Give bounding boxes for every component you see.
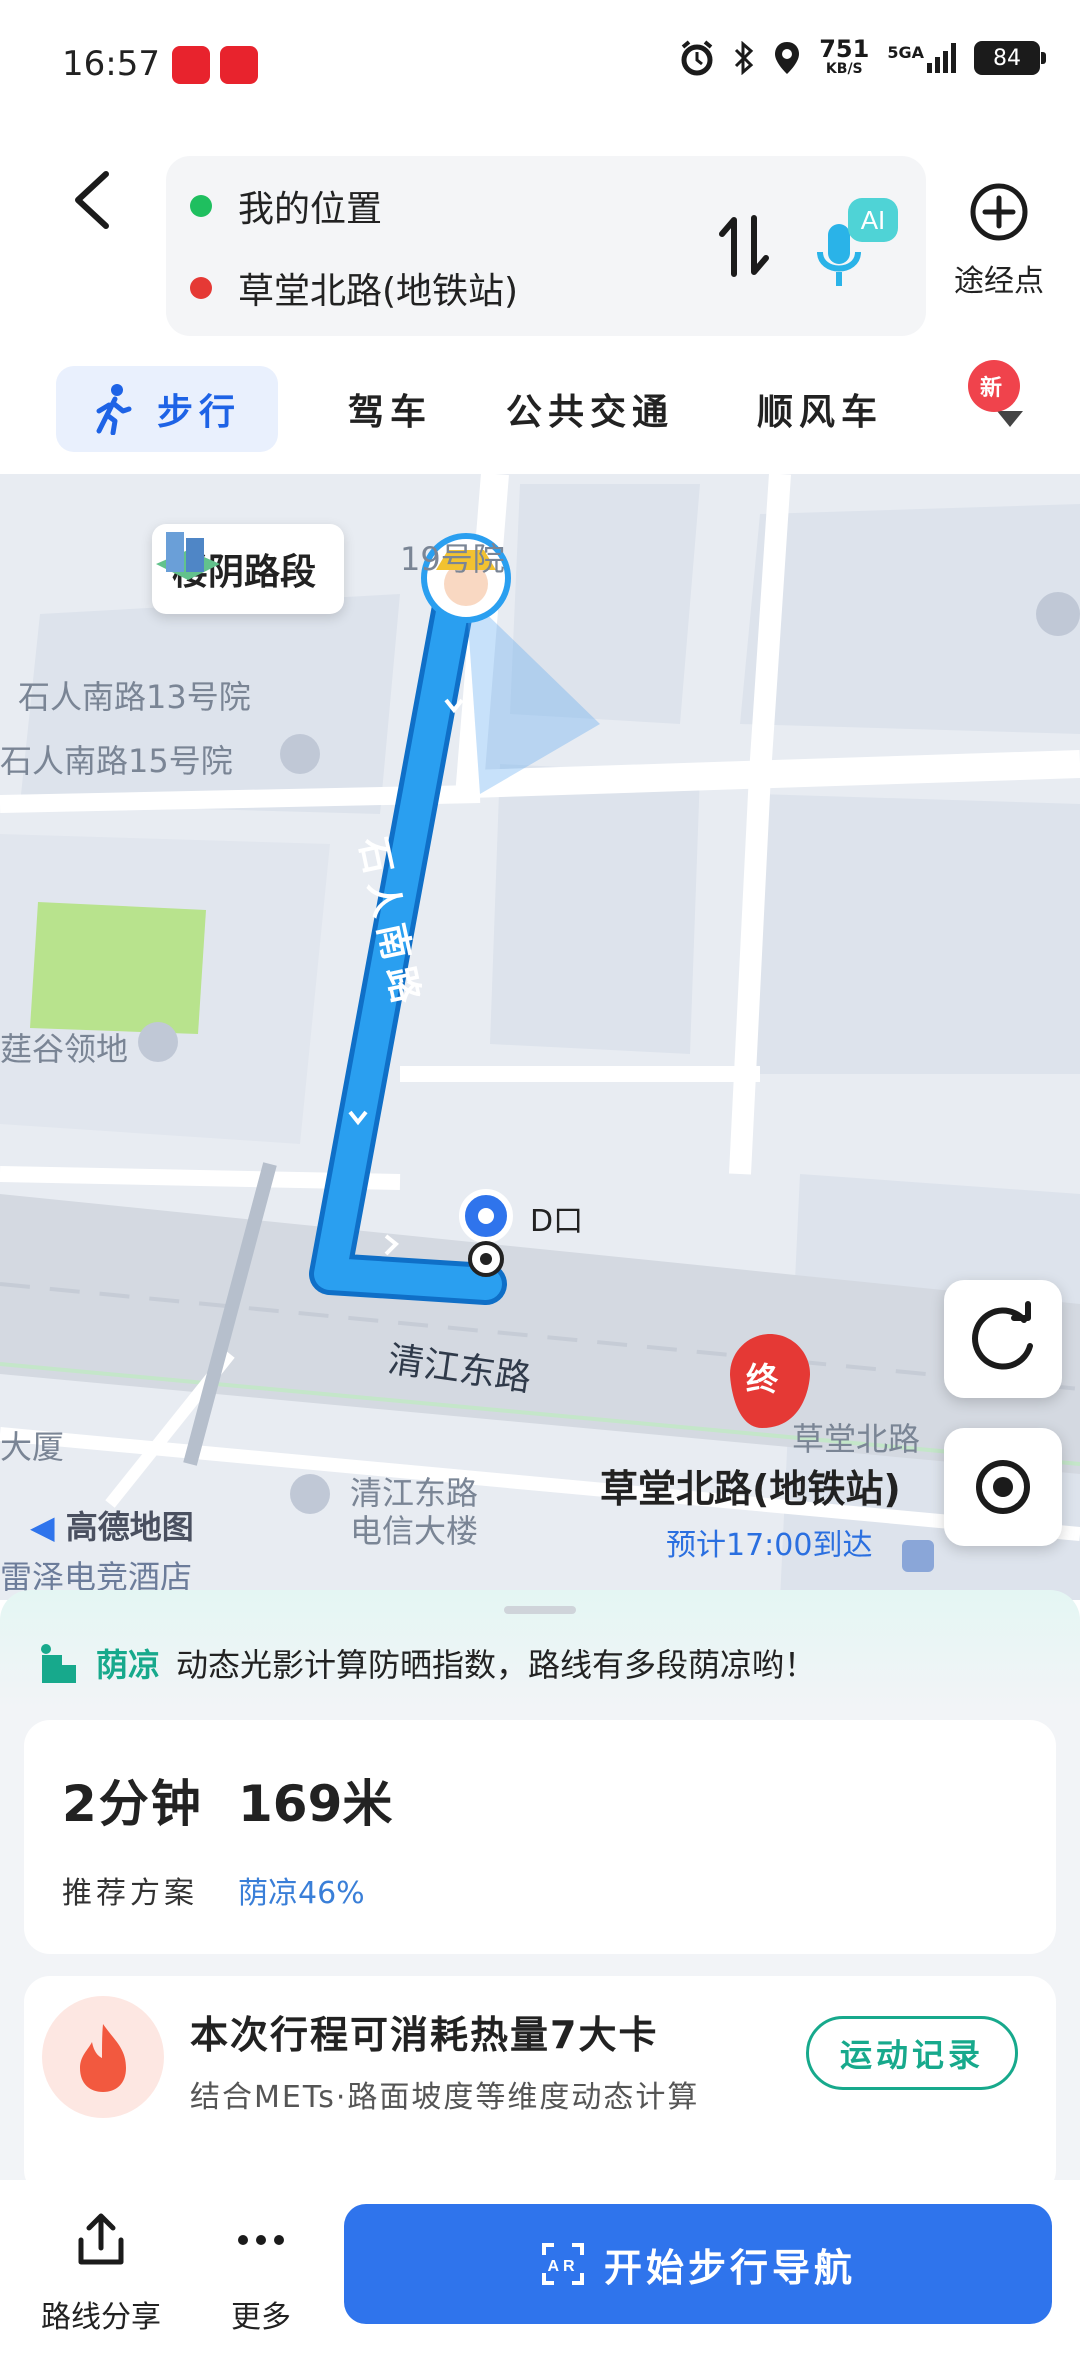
route-input-box: 我的位置 草堂北路(地铁站) AI bbox=[166, 156, 926, 336]
destination-dot-icon bbox=[190, 277, 212, 299]
location-icon bbox=[775, 42, 800, 74]
origin-label: 我的位置 bbox=[238, 189, 383, 230]
ar-icon: AR bbox=[541, 2243, 584, 2285]
destination-marker-label: 终 bbox=[746, 1360, 779, 1398]
refresh-button[interactable] bbox=[944, 1280, 1062, 1398]
shade-segment-chip[interactable]: 楼阴路段 bbox=[152, 524, 345, 614]
start-walk-navigation-button[interactable]: AR 开始步行导航 bbox=[344, 2204, 1052, 2324]
back-button[interactable] bbox=[62, 160, 122, 240]
amap-logo-icon: ◀ bbox=[30, 1508, 55, 1546]
chevron-left-icon bbox=[75, 171, 109, 229]
share-route-button[interactable]: 路线分享 bbox=[36, 2210, 166, 2336]
building-icon bbox=[156, 532, 220, 580]
signal-icon: 5GA bbox=[887, 43, 956, 73]
exercise-record-label: 运动记录 bbox=[839, 2036, 984, 2074]
share-icon bbox=[78, 2213, 124, 2265]
network-type: 5GA bbox=[887, 43, 924, 62]
poi-label: 石人南路13号院 bbox=[18, 678, 251, 716]
more-tabs-dropdown[interactable]: 新 bbox=[960, 360, 1060, 452]
calorie-card: 本次行程可消耗热量7大卡 结合METs·路面坡度等维度动态计算 运动记录 bbox=[24, 1976, 1056, 2196]
exercise-record-button[interactable]: 运动记录 bbox=[806, 2016, 1018, 2090]
locate-icon bbox=[976, 1460, 1030, 1514]
tab-carpool[interactable]: 顺风车 bbox=[730, 366, 910, 452]
plus-circle-icon bbox=[970, 183, 1028, 241]
battery-icon: 84 bbox=[974, 41, 1046, 75]
shade-tag: 荫凉 bbox=[96, 1646, 161, 1684]
waypoint-label: 途经点 bbox=[954, 264, 1044, 299]
destination-label: 草堂北路(地铁站) bbox=[238, 271, 519, 312]
more-dots-icon bbox=[238, 2235, 284, 2245]
network-speed: 751 KB/S bbox=[819, 35, 870, 78]
route-recommend-label: 推荐方案 bbox=[62, 1876, 198, 1911]
calorie-subtitle: 结合METs·路面坡度等维度动态计算 bbox=[190, 2080, 700, 2115]
poi-label: 莛谷领地 bbox=[0, 1030, 129, 1068]
tab-drive-label: 驾车 bbox=[347, 392, 432, 433]
destination-title: 草堂北路(地铁站) bbox=[600, 1467, 901, 1511]
tab-transit-label: 公共交通 bbox=[505, 392, 674, 433]
alarm-icon bbox=[681, 40, 713, 76]
refresh-icon bbox=[972, 1301, 1033, 1370]
speed-value: 751 bbox=[819, 35, 870, 63]
status-icons: 751 KB/S 5GA 84 bbox=[679, 35, 1046, 78]
ai-label: AI bbox=[861, 205, 886, 235]
origin-field[interactable]: 我的位置 bbox=[190, 174, 382, 238]
sheet-handle[interactable] bbox=[504, 1606, 576, 1614]
route-duration: 2分钟 bbox=[62, 1775, 203, 1833]
exit-label: D口 bbox=[530, 1204, 584, 1239]
swap-arrows-icon bbox=[719, 215, 769, 277]
swap-route-button[interactable] bbox=[714, 212, 774, 280]
tab-walk[interactable]: 步行 bbox=[56, 366, 278, 452]
shade-banner[interactable]: 荫凉 动态光影计算防晒指数，路线有多段荫凉哟！ bbox=[36, 1640, 816, 1686]
map-view[interactable]: 楼阴路段 19号院 石人南路13号院 石人南路15号院 莛谷领地 石人南路 D口… bbox=[0, 474, 1080, 1600]
ai-microphone-icon: AI bbox=[817, 198, 898, 286]
route-option-card[interactable]: 2分钟 169米 推荐方案 荫凉46% bbox=[24, 1720, 1056, 1954]
status-time: 16:57 bbox=[62, 44, 160, 84]
route-sheet: 荫凉 动态光影计算防晒指数，路线有多段荫凉哟！ 2分钟 169米 推荐方案 荫凉… bbox=[0, 1590, 1080, 2196]
new-badge: 新 bbox=[968, 360, 1020, 412]
tab-walk-label: 步行 bbox=[156, 392, 241, 433]
bottom-action-bar: 路线分享 更多 AR 开始步行导航 bbox=[0, 2180, 1080, 2376]
poi-label: 石人南路15号院 bbox=[0, 742, 233, 780]
app-notification-icon bbox=[172, 46, 210, 84]
tab-carpool-label: 顺风车 bbox=[756, 392, 883, 433]
caret-down-icon bbox=[997, 411, 1023, 427]
more-button[interactable]: 更多 bbox=[218, 2210, 304, 2336]
more-label: 更多 bbox=[231, 2300, 291, 2335]
origin-dot-icon bbox=[190, 195, 212, 217]
poi-label: 草堂北路 bbox=[792, 1420, 921, 1458]
route-distance: 169米 bbox=[238, 1775, 393, 1833]
speed-unit: KB/S bbox=[825, 61, 863, 77]
svg-text:AR: AR bbox=[547, 2258, 578, 2275]
brand-label: 高德地图 bbox=[65, 1508, 194, 1546]
flame-icon bbox=[42, 1996, 164, 2118]
locate-button[interactable] bbox=[944, 1428, 1062, 1546]
shade-text: 动态光影计算防晒指数，路线有多段荫凉哟！ bbox=[176, 1646, 817, 1684]
add-waypoint-button[interactable]: 途经点 bbox=[944, 180, 1054, 300]
walk-icon bbox=[96, 384, 132, 435]
poi-label: 清江东路 电信大楼 bbox=[350, 1474, 479, 1550]
app-root: 16:57 751 KB/S 5GA 84 我的位置 草堂北路(地铁站) AI … bbox=[0, 0, 1080, 2376]
poi-label: 19号院 bbox=[400, 540, 505, 578]
start-navigation-label: 开始步行导航 bbox=[603, 2245, 856, 2290]
tab-transit[interactable]: 公共交通 bbox=[490, 366, 690, 452]
destination-field[interactable]: 草堂北路(地铁站) bbox=[190, 256, 518, 320]
share-label: 路线分享 bbox=[41, 2300, 161, 2335]
map-brand: ◀ 高德地图 bbox=[30, 1502, 194, 1548]
battery-level: 84 bbox=[993, 45, 1021, 71]
tab-drive[interactable]: 驾车 bbox=[330, 366, 450, 452]
calorie-title: 本次行程可消耗热量7大卡 bbox=[190, 2013, 659, 2057]
poi-label: 大厦 bbox=[0, 1428, 65, 1466]
shade-building-icon bbox=[41, 1644, 76, 1683]
status-bar: 16:57 751 KB/S 5GA 84 bbox=[0, 0, 1080, 130]
eta-label: 预计17:00到达 bbox=[666, 1528, 873, 1563]
app-notification-icon bbox=[220, 46, 258, 84]
ai-voice-button[interactable]: AI bbox=[814, 194, 904, 294]
transport-tabs: 步行 驾车 公共交通 顺风车 新 bbox=[0, 360, 1080, 462]
route-shade-percent: 荫凉46% bbox=[238, 1876, 365, 1911]
bluetooth-icon bbox=[735, 41, 754, 75]
